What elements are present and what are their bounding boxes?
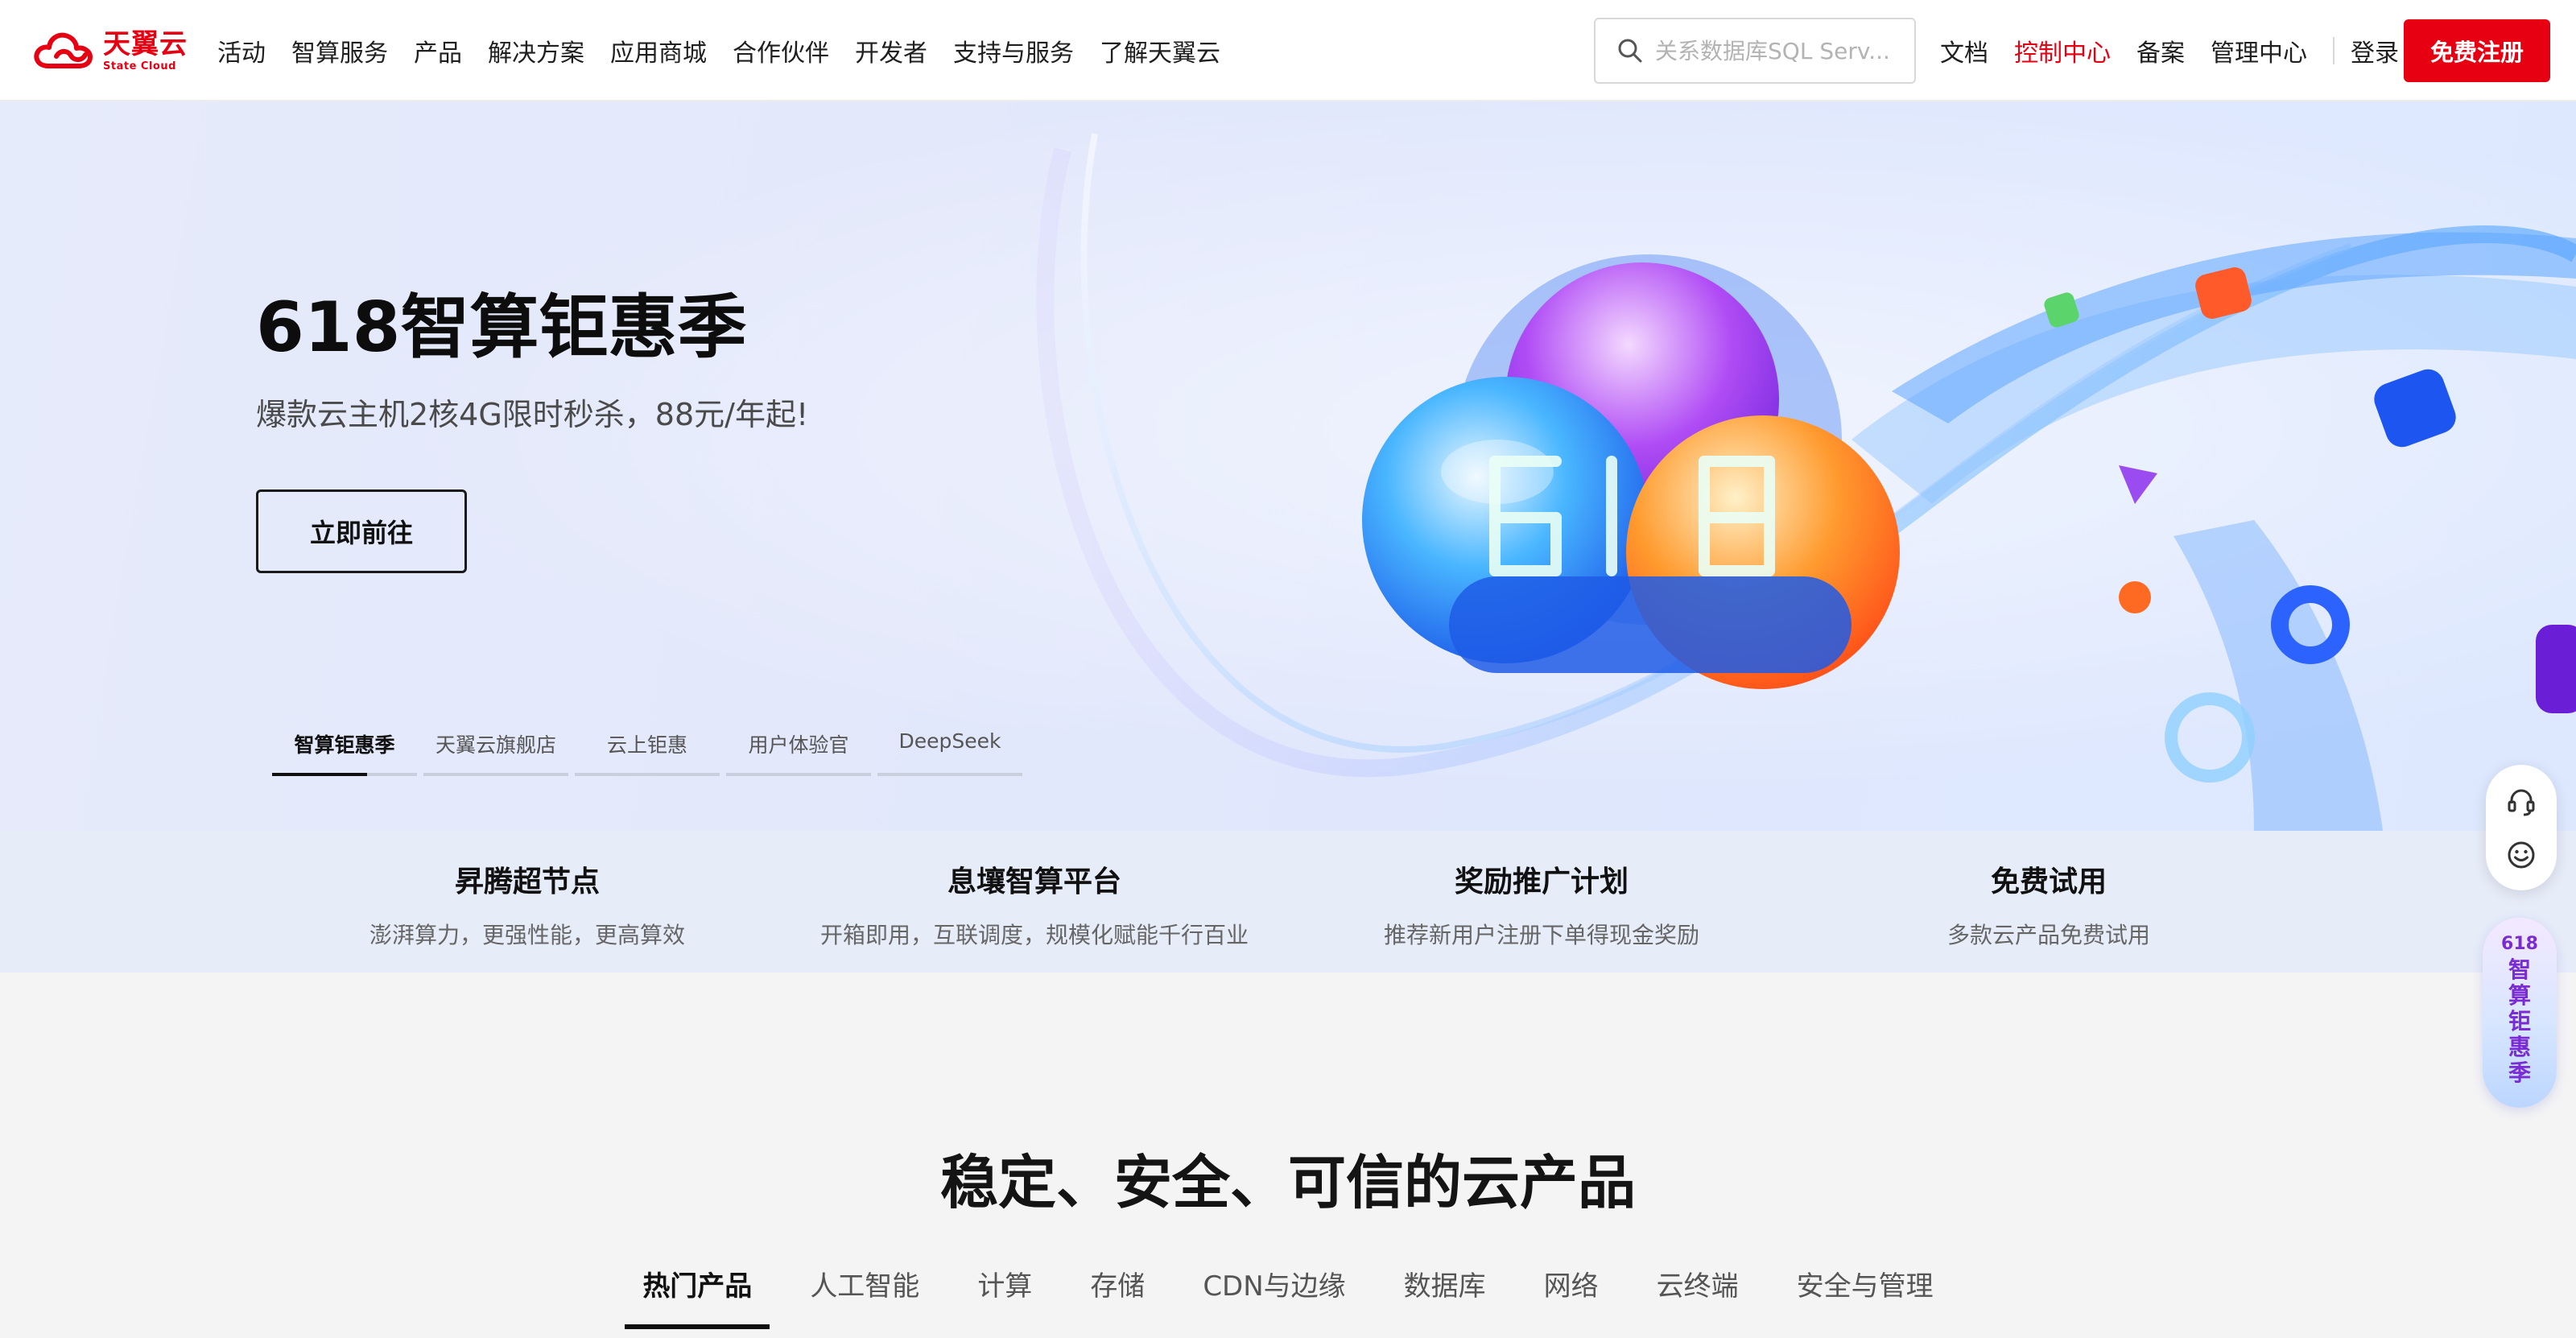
feature-strip: 昇腾超节点 澎湃算力，更强性能，更高算效 息壤智算平台 开箱即用，互联调度，规模… xyxy=(0,831,2576,973)
nav-item-products[interactable]: 产品 xyxy=(414,33,462,68)
feature-desc: 推荐新用户注册下单得现金奖励 xyxy=(1383,922,1699,948)
logo-text: 天翼云 State Cloud xyxy=(103,31,188,72)
hero-tab-label: DeepSeek xyxy=(898,729,1001,753)
hero-tab-label: 智算钜惠季 xyxy=(294,733,395,757)
hero-tab-progress xyxy=(272,773,367,776)
headset-icon[interactable] xyxy=(2505,786,2537,818)
promo-number: 618 xyxy=(2501,934,2538,954)
nav-item-marketplace[interactable]: 应用商城 xyxy=(610,33,707,68)
promo-618-float[interactable]: 618 智算钜惠季 xyxy=(2483,918,2557,1108)
register-button[interactable]: 免费注册 xyxy=(2404,19,2550,82)
floating-tools xyxy=(2486,765,2557,890)
nav-item-activities[interactable]: 活动 xyxy=(217,33,266,68)
feature-title: 奖励推广计划 xyxy=(1454,865,1629,898)
login-link[interactable]: 登录 xyxy=(2351,33,2399,68)
nav-item-ai-computing[interactable]: 智算服务 xyxy=(291,33,388,68)
cloud-logo-icon xyxy=(34,32,93,68)
feature-desc: 澎湃算力，更强性能，更高算效 xyxy=(369,922,685,948)
product-category-tabs: 热门产品 人工智能 计算 存储 CDN与边缘 数据库 网络 云终端 安全与管理 xyxy=(0,1264,2576,1329)
management-center-link[interactable]: 管理中心 xyxy=(2211,33,2307,68)
products-section-title: 稳定、安全、可信的云产品 xyxy=(939,1149,1636,1216)
search-icon xyxy=(1618,39,1642,63)
feature-xirang-platform[interactable]: 息壤智算平台 开箱即用，互联调度，规模化赋能千行百业 xyxy=(781,831,1288,973)
nav-item-support[interactable]: 支持与服务 xyxy=(953,33,1074,68)
hero-carousel-tabs: 智算钜惠季 天翼云旗舰店 云上钜惠 用户体验官 DeepSeek xyxy=(272,729,1029,776)
feature-desc: 多款云产品免费试用 xyxy=(1946,922,2150,948)
nav-item-about[interactable]: 了解天翼云 xyxy=(1100,33,1220,68)
hero-tab-user-experience[interactable]: 用户体验官 xyxy=(726,729,871,776)
feature-free-trial[interactable]: 免费试用 多款云产品免费试用 xyxy=(1795,831,2302,973)
feature-ascend-supernode[interactable]: 昇腾超节点 澎湃算力，更强性能，更高算效 xyxy=(274,831,781,973)
tab-compute[interactable]: 计算 xyxy=(977,1264,1032,1328)
tab-storage[interactable]: 存储 xyxy=(1090,1264,1145,1328)
header-links: 文档 控制中心 备案 管理中心 登录 xyxy=(1940,0,2425,101)
hero-banner: 618智算钜惠季 爆款云主机2核4G限时秒杀，88元/年起! 立即前往 智算钜惠… xyxy=(0,101,2576,831)
nav-item-developers[interactable]: 开发者 xyxy=(855,33,927,68)
feature-title: 息壤智算平台 xyxy=(947,865,1121,898)
tab-ai[interactable]: 人工智能 xyxy=(810,1264,919,1328)
logo-name-en: State Cloud xyxy=(103,60,176,72)
search-input[interactable] xyxy=(1653,36,1906,65)
header-divider xyxy=(2333,37,2334,64)
top-header: 天翼云 State Cloud 活动 智算服务 产品 解决方案 应用商城 合作伙… xyxy=(0,0,2576,101)
hero-illustration xyxy=(0,101,2576,831)
search-box[interactable] xyxy=(1594,18,1916,84)
hero-tab-label: 云上钜惠 xyxy=(606,733,687,757)
tab-cloud-terminal[interactable]: 云终端 xyxy=(1657,1264,1739,1328)
nav-item-partners[interactable]: 合作伙伴 xyxy=(733,33,829,68)
hero-title: 618智算钜惠季 xyxy=(256,287,747,368)
feature-title: 免费试用 xyxy=(1990,865,2107,898)
promo-label: 智算钜惠季 xyxy=(2508,956,2531,1086)
feature-title: 昇腾超节点 xyxy=(454,865,600,898)
main-nav: 活动 智算服务 产品 解决方案 应用商城 合作伙伴 开发者 支持与服务 了解天翼… xyxy=(217,0,1246,101)
hero-tab-flagship-store[interactable]: 天翼云旗舰店 xyxy=(423,729,568,776)
tab-hot-products[interactable]: 热门产品 xyxy=(625,1264,770,1329)
tab-database[interactable]: 数据库 xyxy=(1404,1264,1486,1328)
hero-tab-ai-sale[interactable]: 智算钜惠季 xyxy=(272,729,417,776)
console-link[interactable]: 控制中心 xyxy=(2014,33,2111,68)
hero-tab-cloud-deals[interactable]: 云上钜惠 xyxy=(575,729,720,776)
tab-security-management[interactable]: 安全与管理 xyxy=(1797,1264,1934,1328)
feature-desc: 开箱即用，互联调度，规模化赋能千行百业 xyxy=(819,922,1249,948)
feature-referral-program[interactable]: 奖励推广计划 推荐新用户注册下单得现金奖励 xyxy=(1288,831,1795,973)
feedback-smiley-icon[interactable] xyxy=(2505,839,2537,871)
hero-tab-deepseek[interactable]: DeepSeek xyxy=(877,729,1022,776)
hero-tab-label: 天翼云旗舰店 xyxy=(435,733,556,757)
hero-subtitle: 爆款云主机2核4G限时秒杀，88元/年起! xyxy=(256,397,809,432)
state-cloud-logo[interactable]: 天翼云 State Cloud xyxy=(32,27,188,74)
icp-filing-link[interactable]: 备案 xyxy=(2136,33,2185,68)
tab-network[interactable]: 网络 xyxy=(1544,1264,1599,1328)
tab-cdn-edge[interactable]: CDN与边缘 xyxy=(1203,1264,1345,1328)
nav-item-solutions[interactable]: 解决方案 xyxy=(488,33,584,68)
logo-name-cn: 天翼云 xyxy=(103,27,188,60)
hero-tab-label: 用户体验官 xyxy=(748,733,849,757)
docs-link[interactable]: 文档 xyxy=(1940,33,1988,68)
hero-cta-button[interactable]: 立即前往 xyxy=(256,489,467,573)
